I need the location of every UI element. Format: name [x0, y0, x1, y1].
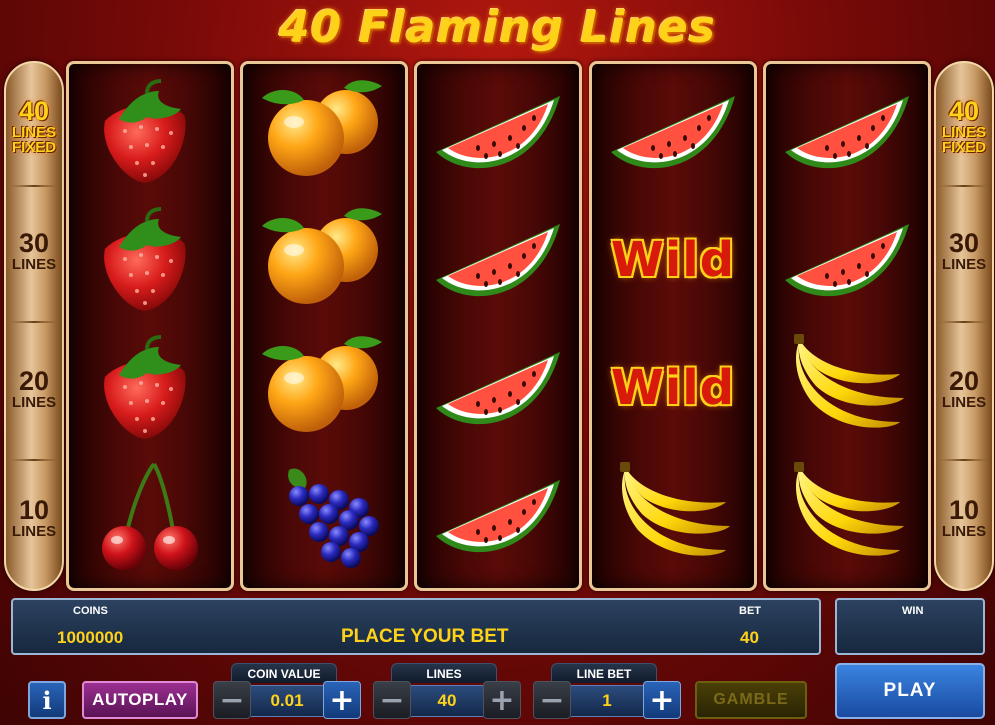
- indicator-sub-label: FIXED: [941, 138, 987, 156]
- win-display: WIN: [835, 598, 985, 655]
- strawberry-symbol: [69, 324, 231, 452]
- reel-3: [414, 61, 582, 591]
- indicator-sub-label: FIXED: [11, 138, 57, 156]
- watermelon-symbol: [766, 196, 928, 324]
- watermelon-symbol: [417, 452, 579, 580]
- lines-label: LINES: [391, 663, 497, 683]
- win-label: WIN: [902, 605, 924, 617]
- line-bet-minus-button[interactable]: −: [533, 681, 571, 719]
- indicator-number: 40: [18, 95, 50, 126]
- orange-symbol: [243, 196, 405, 324]
- banana-symbol: [766, 324, 928, 452]
- indicator-40-lines: 40 LINES FIXED: [6, 91, 62, 161]
- reel-1: [66, 61, 234, 591]
- status-message: PLACE YOUR BET: [341, 626, 509, 647]
- coin-value-stepper: COIN VALUE − 0.01 +: [213, 663, 361, 721]
- banana-symbol: [592, 452, 754, 580]
- info-button[interactable]: i: [28, 681, 66, 719]
- wild-symbol-text: Wild: [610, 232, 736, 288]
- indicator-number: 20: [948, 366, 980, 396]
- indicator-label: LINES: [941, 123, 987, 141]
- orange-symbol: [243, 68, 405, 196]
- lines-minus-button[interactable]: −: [373, 681, 411, 719]
- coins-label: COINS: [73, 605, 108, 617]
- indicator-number: 30: [948, 228, 980, 258]
- watermelon-symbol: [766, 68, 928, 196]
- orange-symbol: [243, 324, 405, 452]
- coin-value-minus-button[interactable]: −: [213, 681, 251, 719]
- indicator-30-lines: 30 LINES: [6, 221, 62, 281]
- watermelon-symbol: [417, 68, 579, 196]
- line-bet-display: 1: [571, 685, 643, 717]
- line-indicator-left: 40 LINES FIXED 30 LINES 20 LINES 10 LINE…: [4, 61, 64, 591]
- indicator-20-lines: 20 LINES: [936, 359, 992, 419]
- indicator-label: LINES: [941, 394, 987, 411]
- wild-symbol: Wild: [592, 324, 754, 452]
- line-bet-label: LINE BET: [551, 663, 657, 683]
- indicator-label: LINES: [11, 523, 57, 540]
- line-bet-stepper: LINE BET − 1 +: [533, 663, 681, 721]
- line-indicator-right: 40 LINES FIXED 30 LINES 20 LINES 10 LINE…: [934, 61, 994, 591]
- reel-5: [763, 61, 931, 591]
- coin-value-display: 0.01: [251, 685, 323, 717]
- indicator-label: LINES: [941, 256, 987, 273]
- game-title: 40 Flaming Lines: [279, 2, 716, 53]
- indicator-label: LINES: [11, 394, 57, 411]
- indicator-number: 10: [948, 495, 980, 525]
- indicator-number: 30: [18, 228, 50, 258]
- indicator-20-lines: 20 LINES: [6, 359, 62, 419]
- coins-value: 1000000: [57, 628, 124, 647]
- reel-4: Wild Wild: [589, 61, 757, 591]
- indicator-30-lines: 30 LINES: [936, 221, 992, 281]
- indicator-label: LINES: [11, 256, 57, 273]
- wild-symbol-text: Wild: [610, 360, 736, 416]
- indicator-10-lines: 10 LINES: [936, 488, 992, 548]
- autoplay-button[interactable]: AUTOPLAY: [82, 681, 198, 719]
- watermelon-symbol: [592, 68, 754, 196]
- indicator-number: 40: [948, 95, 980, 126]
- banana-symbol: [766, 452, 928, 580]
- coin-value-label: COIN VALUE: [231, 663, 337, 683]
- indicator-label: LINES: [941, 523, 987, 540]
- cherry-symbol: [69, 452, 231, 580]
- play-button[interactable]: PLAY: [835, 663, 985, 719]
- indicator-40-lines: 40 LINES FIXED: [936, 91, 992, 161]
- strawberry-symbol: [69, 68, 231, 196]
- bet-value: 40: [740, 628, 759, 647]
- line-bet-plus-button[interactable]: +: [643, 681, 681, 719]
- indicator-10-lines: 10 LINES: [6, 488, 62, 548]
- strawberry-symbol: [69, 196, 231, 324]
- info-bar: COINS 1000000 PLACE YOUR BET BET 40: [11, 598, 821, 655]
- indicator-label: LINES: [11, 123, 57, 141]
- lines-display: 40: [411, 685, 483, 717]
- watermelon-symbol: [417, 324, 579, 452]
- reel-2: [240, 61, 408, 591]
- lines-plus-button[interactable]: +: [483, 681, 521, 719]
- bet-label: BET: [739, 605, 761, 617]
- coin-value-plus-button[interactable]: +: [323, 681, 361, 719]
- watermelon-symbol: [417, 196, 579, 324]
- indicator-number: 20: [18, 366, 50, 396]
- lines-stepper: LINES − 40 +: [373, 663, 521, 721]
- wild-symbol: Wild: [592, 196, 754, 324]
- indicator-number: 10: [18, 495, 50, 525]
- gamble-button[interactable]: GAMBLE: [695, 681, 807, 719]
- grapes-symbol: [243, 452, 405, 580]
